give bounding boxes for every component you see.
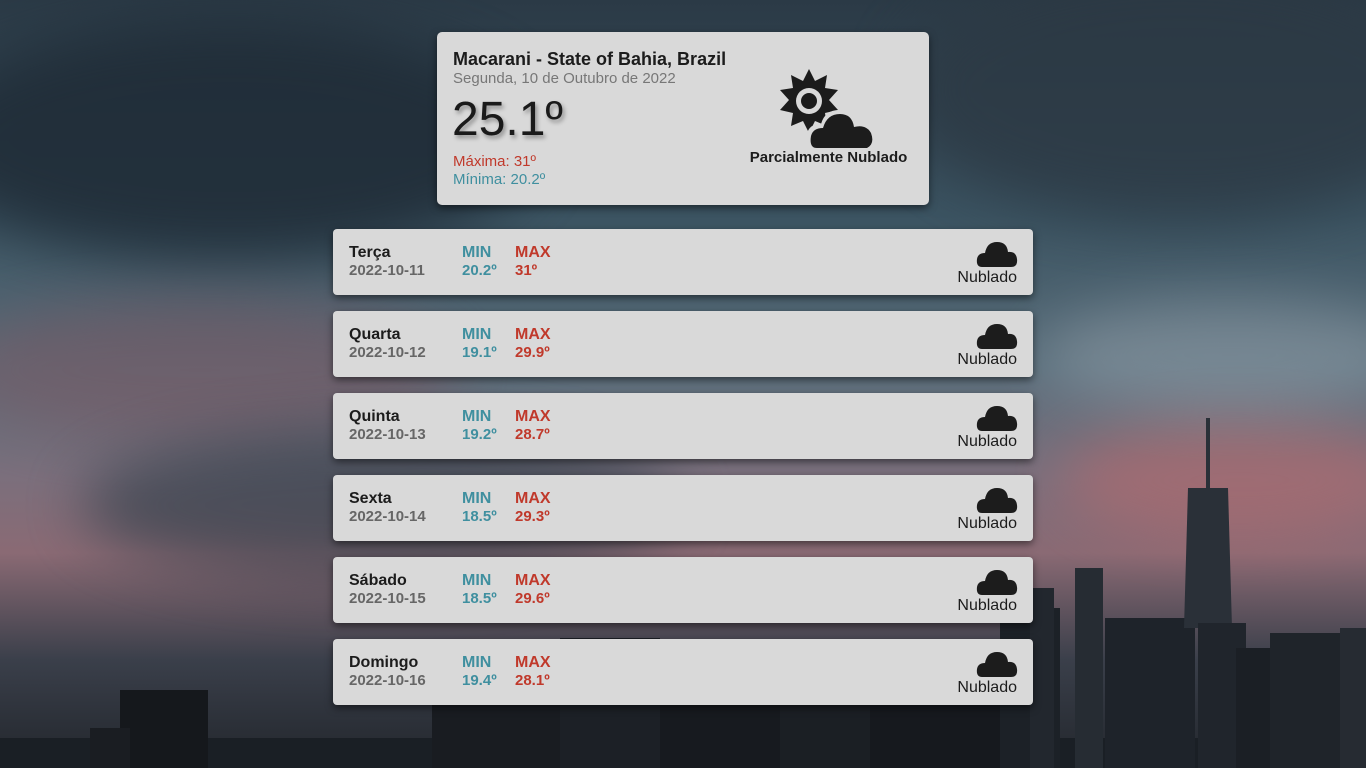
forecast-day-card: Sábado 2022-10-15 MIN 18.5º MAX 29.6º Nu… <box>333 557 1033 623</box>
max-value: 31º <box>515 262 538 279</box>
forecast-day-name: Domingo <box>349 654 419 671</box>
min-value: 19.4º <box>462 672 497 689</box>
forecast-day-card: Sexta 2022-10-14 MIN 18.5º MAX 29.3º Nub… <box>333 475 1033 541</box>
forecast-date: 2022-10-12 <box>349 344 426 361</box>
forecast-day-card: Quarta 2022-10-12 MIN 19.1º MAX 29.9º Nu… <box>333 311 1033 377</box>
forecast-condition: Nublado <box>957 679 1017 696</box>
min-value: 19.1º <box>462 344 497 361</box>
forecast-day-name: Quarta <box>349 326 401 343</box>
forecast-date: 2022-10-13 <box>349 426 426 443</box>
min-label: MIN <box>462 654 492 671</box>
max-temperature: Máxima: 31º <box>453 153 537 170</box>
forecast-date: 2022-10-15 <box>349 590 426 607</box>
forecast-condition: Nublado <box>957 597 1017 614</box>
forecast-day-name: Terça <box>349 244 391 261</box>
cloud-icon <box>976 406 1018 431</box>
min-temperature: Mínima: 20.2º <box>453 171 546 188</box>
forecast-date: 2022-10-14 <box>349 508 426 525</box>
max-value: 29.9º <box>515 344 550 361</box>
min-label: MIN <box>462 326 492 343</box>
forecast-day-card: Terça 2022-10-11 MIN 20.2º MAX 31º Nubla… <box>333 229 1033 295</box>
max-label: MAX <box>515 326 551 343</box>
cloud-icon <box>976 570 1018 595</box>
min-value: 19.2º <box>462 426 497 443</box>
cloud-icon <box>976 488 1018 513</box>
forecast-day-card: Domingo 2022-10-16 MIN 19.4º MAX 28.1º N… <box>333 639 1033 705</box>
location-title: Macarani - State of Bahia, Brazil <box>453 49 727 69</box>
min-value: 18.5º <box>462 508 497 525</box>
max-label: MAX <box>515 244 551 261</box>
forecast-condition: Nublado <box>957 269 1017 286</box>
forecast-date: 2022-10-16 <box>349 672 426 689</box>
max-label: MAX <box>515 490 551 507</box>
forecast-condition: Nublado <box>957 433 1017 450</box>
min-value: 20.2º <box>462 262 497 279</box>
current-temperature: 25.1º <box>452 93 563 146</box>
max-label: MAX <box>515 654 551 671</box>
max-value: 28.7º <box>515 426 550 443</box>
cloud-icon <box>976 652 1018 677</box>
forecast-date: 2022-10-11 <box>349 262 425 279</box>
current-condition: Parcialmente Nublado <box>749 149 908 166</box>
cloud-icon <box>976 242 1018 267</box>
max-value: 29.3º <box>515 508 550 525</box>
min-label: MIN <box>462 244 492 261</box>
forecast-day-name: Quinta <box>349 408 400 425</box>
forecast-condition: Nublado <box>957 351 1017 368</box>
current-date: Segunda, 10 de Outubro de 2022 <box>453 70 676 87</box>
max-value: 29.6º <box>515 590 550 607</box>
cloud-icon <box>976 324 1018 349</box>
max-value: 28.1º <box>515 672 550 689</box>
forecast-condition: Nublado <box>957 515 1017 532</box>
forecast-day-name: Sexta <box>349 490 392 507</box>
min-label: MIN <box>462 408 492 425</box>
current-weather-card: Macarani - State of Bahia, Brazil Segund… <box>437 32 929 205</box>
min-label: MIN <box>462 572 492 589</box>
min-value: 18.5º <box>462 590 497 607</box>
partly-cloudy-icon <box>780 69 878 148</box>
forecast-day-card: Quinta 2022-10-13 MIN 19.2º MAX 28.7º Nu… <box>333 393 1033 459</box>
max-label: MAX <box>515 572 551 589</box>
min-label: MIN <box>462 490 492 507</box>
max-label: MAX <box>515 408 551 425</box>
forecast-day-name: Sábado <box>349 572 407 589</box>
